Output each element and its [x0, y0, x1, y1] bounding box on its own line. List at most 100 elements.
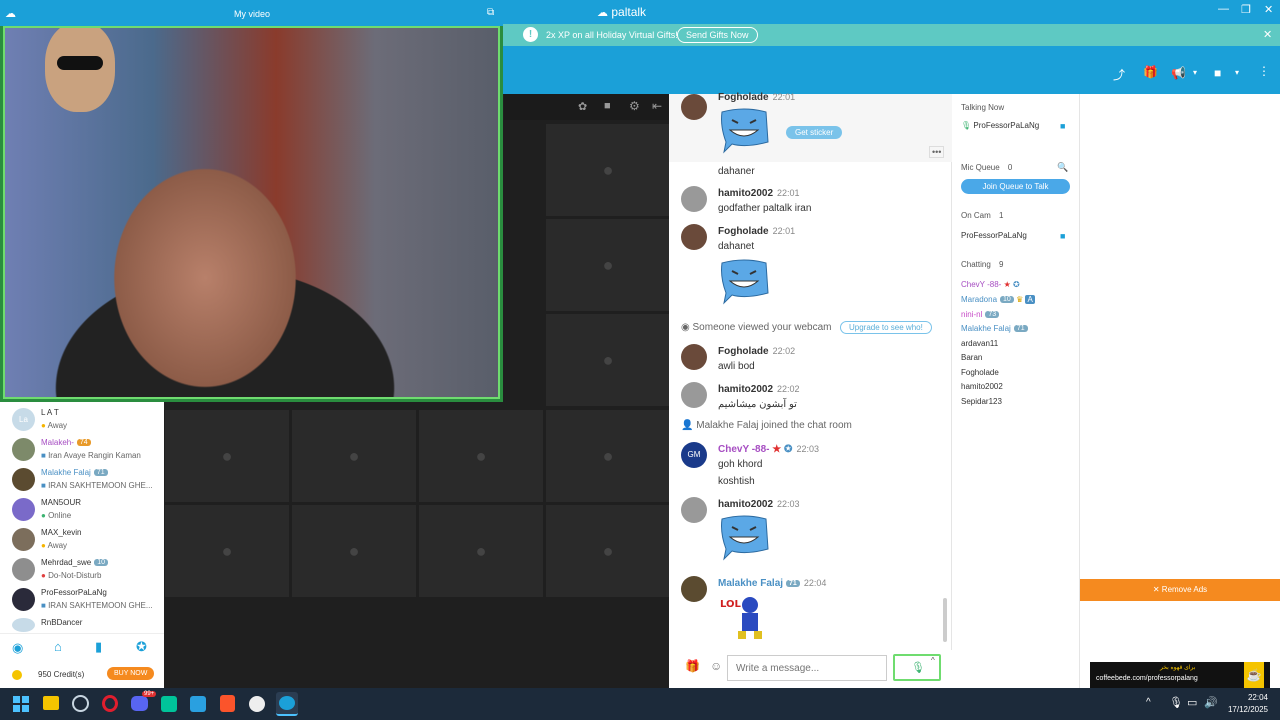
- member-status: ● Away: [41, 541, 68, 550]
- maximize-button[interactable]: ❐: [1241, 3, 1251, 16]
- taskbar: 99+ ^ 🎙 ▭ 🔊 22:04 17/12/2025: [0, 688, 1280, 720]
- video-icon: ■: [1060, 121, 1066, 131]
- member-item[interactable]: MAN5OUR ● Online: [0, 494, 164, 524]
- megaphone-icon[interactable]: 📢: [1171, 66, 1186, 80]
- sender-name: Fogholade 22:01: [718, 92, 796, 103]
- windows-start-icon[interactable]: [13, 696, 29, 712]
- clock-time[interactable]: 22:04: [1240, 693, 1268, 702]
- camera-icon[interactable]: ■: [1214, 66, 1221, 80]
- discord-icon[interactable]: [131, 696, 148, 711]
- chatting-user[interactable]: Baran: [961, 353, 982, 362]
- upgrade-button[interactable]: Upgrade to see who!: [840, 321, 932, 334]
- chatting-user[interactable]: Fogholade: [961, 368, 999, 377]
- photos-icon[interactable]: [190, 696, 206, 712]
- chatting-user[interactable]: Maradona 10 ♛ A: [961, 295, 1035, 304]
- volume-icon[interactable]: 🔊: [1204, 696, 1218, 709]
- mic-icon[interactable]: 🎙: [1169, 696, 1183, 709]
- chevron-down-icon[interactable]: ▾: [1193, 68, 1197, 77]
- paltalk-taskbar-icon[interactable]: [276, 692, 298, 716]
- chat-scrollbar[interactable]: [943, 598, 947, 642]
- chatting-user[interactable]: Sepidar123: [961, 397, 1002, 406]
- sender-name: Malakhe Falaj 71 22:04: [718, 578, 827, 589]
- paltalk-logo-icon: [279, 696, 295, 710]
- avatar: [12, 558, 35, 581]
- credits-text: 950 Credit(s): [38, 670, 85, 679]
- ad-url: coffeebede.com/professorpalang: [1096, 675, 1198, 682]
- member-item[interactable]: Mehrdad_swe 10 ● Do-Not-Disturb: [0, 554, 164, 584]
- close-promo-icon[interactable]: ✕: [1263, 28, 1272, 41]
- chatting-user[interactable]: ChevY -88- ★ ✪: [961, 280, 1020, 289]
- video-icon[interactable]: ■: [604, 100, 611, 112]
- member-name: MAN5OUR: [41, 498, 82, 507]
- close-button[interactable]: ✕: [1264, 3, 1273, 16]
- ad-text: برای قهوه بخر: [1160, 665, 1196, 671]
- ad-banner[interactable]: برای قهوه بخر coffeebede.com/professorpa…: [1090, 662, 1270, 688]
- chevron-down-icon[interactable]: ▾: [1235, 68, 1239, 77]
- search-icon[interactable]: 🔍: [1057, 162, 1068, 173]
- member-name: Malakeh- 74: [41, 438, 91, 447]
- push-to-talk-button[interactable]: 🎙 ^: [893, 654, 941, 681]
- on-cam-heading: On Cam 1: [961, 211, 1004, 220]
- member-item[interactable]: La L A T ● Away: [0, 404, 164, 434]
- member-status: ■ IRAN SAKHTEMOON GHE...: [41, 481, 153, 490]
- message-text: awli bod: [718, 361, 755, 372]
- sender-name: hamito2002 22:03: [718, 499, 800, 510]
- more-icon[interactable]: •••: [929, 146, 945, 158]
- join-queue-button[interactable]: Join Queue to Talk: [961, 179, 1070, 194]
- avatar: [681, 186, 707, 212]
- chevron-up-icon[interactable]: ^: [931, 656, 935, 665]
- chevron-up-icon[interactable]: ^: [1146, 697, 1151, 708]
- minimize-button[interactable]: —: [1218, 3, 1229, 15]
- settings-icon[interactable]: ⚙: [629, 99, 640, 113]
- message-text: koshtish: [718, 476, 755, 487]
- get-sticker-button[interactable]: Get sticker: [786, 126, 843, 139]
- home-icon[interactable]: ⌂: [54, 639, 62, 654]
- member-item[interactable]: MAX_kevin ● Away: [0, 524, 164, 554]
- chatting-user[interactable]: hamito2002: [961, 382, 1003, 391]
- gift-icon[interactable]: 🎁: [685, 659, 700, 673]
- clock-date[interactable]: 17/12/2025: [1224, 705, 1268, 714]
- app-icon[interactable]: [161, 696, 177, 712]
- network-icon[interactable]: ▭: [1187, 696, 1197, 709]
- more-menu-icon[interactable]: ⋮: [1258, 64, 1270, 78]
- paltalk-logo-icon: ☁: [5, 8, 16, 20]
- popout-icon[interactable]: ⧉: [487, 7, 494, 18]
- chatting-user[interactable]: ardavan11: [961, 339, 998, 348]
- discover-icon[interactable]: ◉: [12, 640, 23, 656]
- message-input[interactable]: [727, 655, 887, 681]
- sender-name: Fogholade 22:01: [718, 226, 796, 237]
- send-gifts-button[interactable]: Send Gifts Now: [677, 27, 758, 43]
- member-status: ■ IRAN SAKHTEMOON GHE...: [41, 601, 153, 610]
- mic-icon: 🎙: [911, 662, 925, 674]
- laugh-sticker: [718, 513, 770, 561]
- buy-now-button[interactable]: BUY NOW: [107, 667, 155, 680]
- gift-icon[interactable]: 🎁: [1143, 65, 1158, 79]
- share-icon[interactable]: ⤴: [1113, 66, 1125, 83]
- opera-icon[interactable]: [102, 695, 118, 712]
- promo-text: 2x XP on all Holiday Virtual Gifts!: [546, 30, 678, 40]
- file-explorer-icon[interactable]: [43, 696, 59, 710]
- person-icon: ●: [348, 446, 360, 466]
- member-item[interactable]: ProFessorPaLaNg ■ IRAN SAKHTEMOON GHE...: [0, 584, 164, 614]
- leaderboard-icon[interactable]: ▮: [95, 639, 102, 655]
- avatar: [12, 588, 35, 611]
- my-video-window: ☁ My video ⧉: [0, 0, 503, 402]
- message-text: godfather paltalk iran: [718, 203, 812, 214]
- member-item[interactable]: Malakeh- 74 ■ Iran Avaye Rangin Kaman: [0, 434, 164, 464]
- member-item[interactable]: Malakhe Falaj 71 ■ IRAN SAKHTEMOON GHE...: [0, 464, 164, 494]
- collapse-icon[interactable]: ⇤: [652, 99, 662, 113]
- steam-icon[interactable]: [72, 695, 89, 712]
- chatting-heading: Chatting 9: [961, 260, 1004, 269]
- app-name: paltalk: [611, 5, 647, 19]
- app-icon[interactable]: [249, 696, 265, 712]
- chatting-user[interactable]: nini-nl 73: [961, 310, 1000, 319]
- glasses-shape: [57, 56, 103, 70]
- member-status: ● Do-Not-Disturb: [41, 571, 102, 580]
- brave-icon[interactable]: [220, 695, 235, 712]
- cam-user-name[interactable]: ProFessorPaLaNg: [961, 231, 1027, 240]
- chatting-user[interactable]: Malakhe Falaj 71: [961, 324, 1028, 333]
- emoji-icon[interactable]: ☺: [710, 659, 722, 673]
- paw-icon[interactable]: ✿: [578, 100, 587, 113]
- remove-ads-button[interactable]: ✕ Remove Ads: [1080, 579, 1280, 601]
- badge-icon[interactable]: ✪: [136, 639, 147, 655]
